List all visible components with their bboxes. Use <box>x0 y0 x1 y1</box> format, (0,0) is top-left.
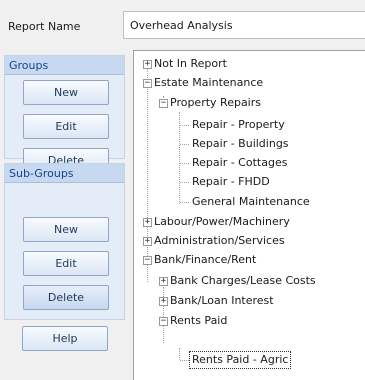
collapse-icon[interactable]: − <box>143 256 152 265</box>
collapse-icon[interactable]: − <box>159 317 168 326</box>
tree-node[interactable]: Repair - Cottages <box>192 155 287 171</box>
expand-icon[interactable]: + <box>143 60 152 69</box>
subgroups-panel: Sub-Groups New Edit Delete <box>4 163 125 320</box>
tree-node[interactable]: Rents Paid <box>170 313 227 329</box>
tree-node[interactable]: Bank/Finance/Rent <box>154 252 256 268</box>
expand-icon[interactable]: + <box>143 218 152 227</box>
tree-node-selected[interactable]: Rents Paid - Agric <box>188 351 292 369</box>
report-name-label: Report Name <box>8 20 81 33</box>
groups-title: Groups <box>5 56 124 75</box>
subgroups-delete-button[interactable]: Delete <box>23 285 109 310</box>
groups-panel: Groups New Edit Delete <box>4 55 125 173</box>
tree-node[interactable]: Bank/Loan Interest <box>170 293 274 309</box>
collapse-icon[interactable]: − <box>143 79 152 88</box>
tree-node[interactable]: Not In Report <box>154 56 227 72</box>
groups-edit-button[interactable]: Edit <box>23 114 109 139</box>
expand-icon[interactable]: + <box>143 237 152 246</box>
collapse-icon[interactable]: − <box>159 99 168 108</box>
report-name-field[interactable]: Overhead Analysis <box>123 11 365 39</box>
expand-icon[interactable]: + <box>159 297 168 306</box>
subgroups-edit-button[interactable]: Edit <box>23 251 109 276</box>
tree-node[interactable]: Property Repairs <box>170 95 261 111</box>
tree-node[interactable]: Repair - Buildings <box>192 136 289 152</box>
tree-node[interactable]: Estate Maintenance <box>154 75 263 91</box>
subgroups-new-button[interactable]: New <box>23 217 109 242</box>
tree-node[interactable]: General Maintenance <box>192 194 310 210</box>
tree-node[interactable]: Administration/Services <box>154 233 285 249</box>
expand-icon[interactable]: + <box>159 277 168 286</box>
tree-node[interactable]: Repair - FHDD <box>192 174 270 190</box>
report-tree[interactable]: + Not In Report − Estate Maintenance − P… <box>133 50 365 380</box>
subgroups-title: Sub-Groups <box>5 164 124 183</box>
tree-node[interactable]: Bank Charges/Lease Costs <box>170 273 316 289</box>
help-button[interactable]: Help <box>22 326 108 351</box>
tree-node[interactable]: Labour/Power/Machinery <box>154 214 290 230</box>
groups-new-button[interactable]: New <box>23 80 109 105</box>
tree-node[interactable]: Repair - Property <box>192 117 285 133</box>
